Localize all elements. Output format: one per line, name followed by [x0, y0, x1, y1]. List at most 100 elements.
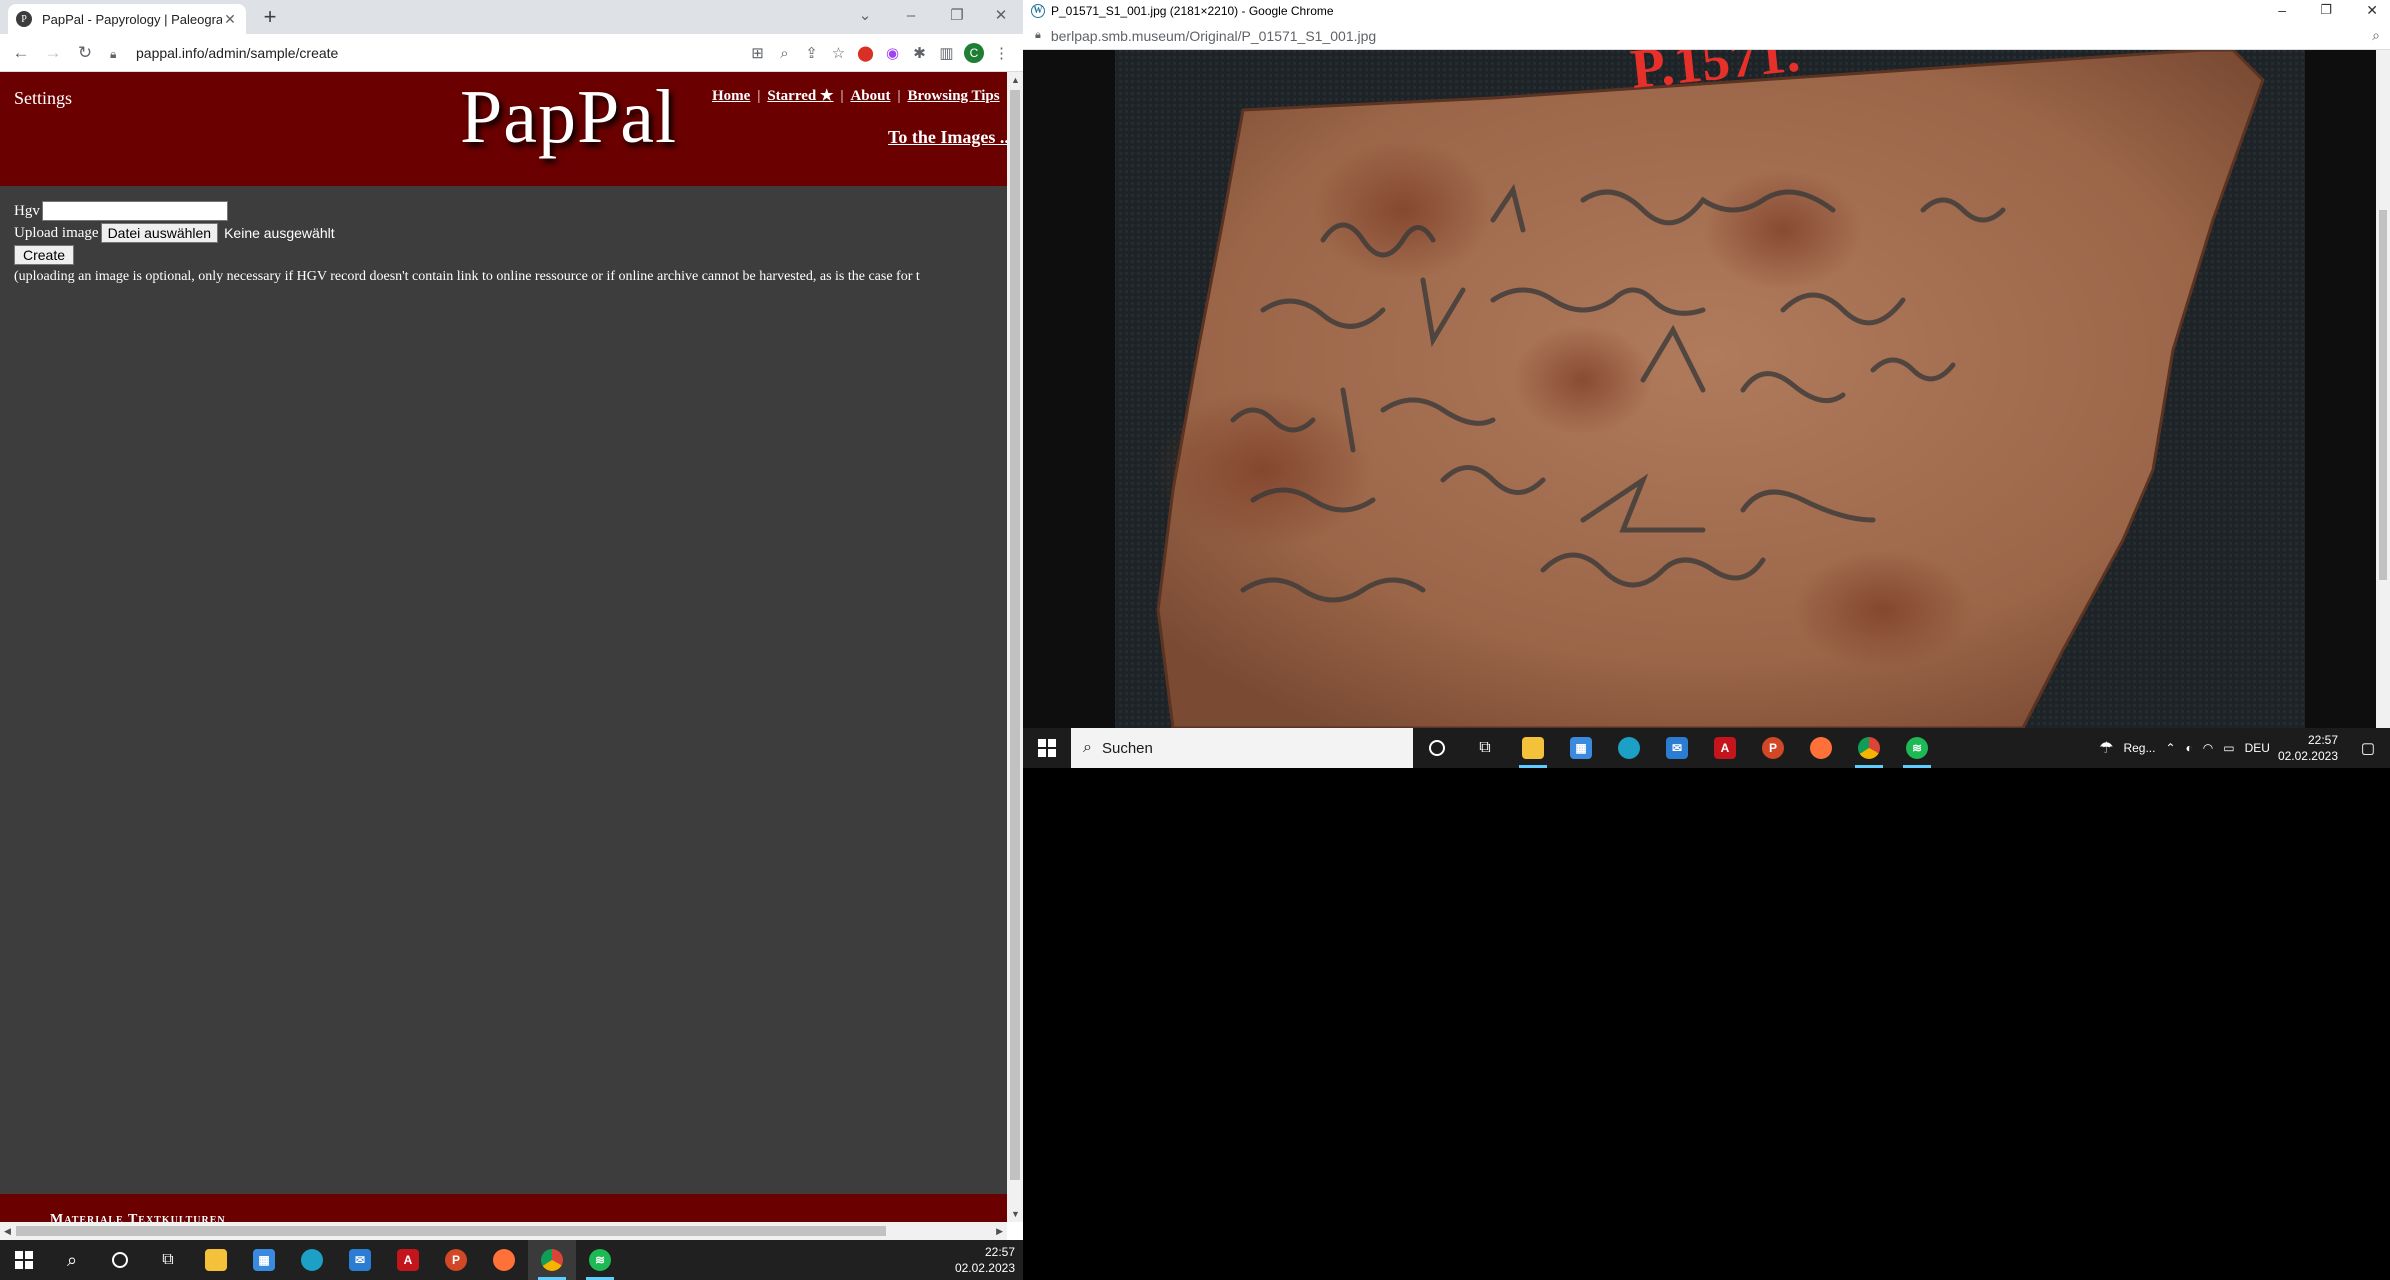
close-window-button[interactable]: ✕: [2366, 2, 2378, 19]
translate-icon[interactable]: ⊞: [744, 44, 771, 62]
weather-icon[interactable]: ☂: [2099, 738, 2113, 758]
close-tab-icon[interactable]: ✕: [222, 11, 238, 28]
forward-arrow-icon[interactable]: →: [42, 42, 64, 64]
search-icon[interactable]: ⌕: [48, 1240, 96, 1280]
nav-browsing-tips[interactable]: Browsing Tips: [907, 88, 999, 104]
scroll-left-arrow-icon[interactable]: ◀: [4, 1226, 11, 1237]
taskbar-search-box[interactable]: ⌕ Suchen: [1071, 728, 1413, 768]
acrobat-icon[interactable]: A: [384, 1240, 432, 1280]
share-icon[interactable]: ⇪: [798, 44, 825, 62]
back-arrow-icon[interactable]: ←: [10, 42, 32, 64]
mail-icon[interactable]: ✉: [336, 1240, 384, 1280]
volume-icon[interactable]: ▭: [2223, 741, 2234, 755]
to-the-images-link[interactable]: To the Images ...: [888, 127, 1007, 148]
scroll-down-arrow-icon[interactable]: ▼: [1011, 1209, 1020, 1219]
file-explorer-icon[interactable]: [192, 1240, 240, 1280]
restore-button[interactable]: ❐: [2320, 2, 2332, 18]
tab-search-chevron-icon[interactable]: ⌄: [843, 0, 887, 30]
menu-kebab-icon[interactable]: ⋮: [988, 44, 1015, 62]
toolbar-icons: ⊞ ⌕ ⇪ ☆ ⬤ ◉ ✱ ▥ C ⋮: [744, 34, 1015, 72]
horizontal-scrollbar[interactable]: ◀ ▶: [0, 1222, 1007, 1240]
restore-button[interactable]: ❐: [935, 0, 979, 30]
extension-red-icon[interactable]: ⬤: [852, 44, 879, 62]
firefox-icon[interactable]: [1797, 728, 1845, 768]
clock-date: 02.02.2023: [954, 1261, 1015, 1275]
browser-toolbar: ← → ↻ 🔒︎ pappal.info/admin/sample/create…: [0, 34, 1023, 72]
hgv-input[interactable]: [41, 201, 228, 221]
file-explorer-icon[interactable]: [1509, 728, 1557, 768]
edge-icon[interactable]: [1605, 728, 1653, 768]
bookmark-star-icon[interactable]: ☆: [825, 44, 852, 62]
create-button[interactable]: Create: [14, 245, 75, 265]
extensions-puzzle-icon[interactable]: ✱: [906, 44, 933, 62]
extension-purple-icon[interactable]: ◉: [879, 44, 906, 62]
close-window-button[interactable]: ✕: [979, 0, 1023, 30]
top-navigation: Home|Starred ★|About|Browsing Tips|C: [712, 88, 1007, 104]
cortana-icon[interactable]: [1413, 728, 1461, 768]
hgv-label: Hgv: [14, 202, 40, 219]
zoom-icon[interactable]: ⌕: [771, 45, 798, 62]
tray-chevron-up-icon[interactable]: ⌃: [2165, 741, 2175, 755]
left-browser-window: P PapPal - Papyrology | Paleograph ✕ + ⌄…: [0, 0, 1023, 1240]
language-indicator[interactable]: DEU: [2245, 741, 2270, 755]
tab-pappal[interactable]: P PapPal - Papyrology | Paleograph ✕: [8, 4, 246, 34]
firefox-icon[interactable]: [480, 1240, 528, 1280]
start-button[interactable]: [1023, 728, 1071, 768]
right-browser-window: W P_01571_S1_001.jpg (2181×2210) - Googl…: [1023, 0, 2390, 728]
acrobat-icon[interactable]: A: [1701, 728, 1749, 768]
footer-text: Materiale Textkulturen: [50, 1212, 226, 1222]
web-page: Settings PapPal Home | Starred ★ | About | Bro…: [0, 72, 1007, 1222]
site-header: Settings PapPal Home | Starred ★ | About | Bro…: [0, 72, 1007, 186]
notifications-icon[interactable]: ▢: [2346, 728, 2390, 768]
image-viewer: P.1571.: [1023, 22, 2376, 728]
right-clock[interactable]: 22:57 02.02.2023: [2270, 732, 2346, 764]
right-window-title: P_01571_S1_001.jpg (2181×2210) - Google …: [1051, 4, 1334, 18]
vertical-scroll-thumb[interactable]: [1010, 90, 1020, 1180]
edge-icon[interactable]: [288, 1240, 336, 1280]
horizontal-scroll-thumb[interactable]: [16, 1226, 886, 1236]
tray-app-icon[interactable]: ◐: [2186, 741, 2193, 755]
upload-image-label: Upload image: [14, 224, 99, 241]
right-address-bar[interactable]: 🔒︎ berlpap.smb.museum/Original/P_01571_S…: [1023, 22, 2390, 50]
chrome-icon[interactable]: [528, 1240, 576, 1280]
scroll-right-arrow-icon[interactable]: ▶: [996, 1226, 1003, 1237]
minimize-button[interactable]: –: [2278, 2, 2286, 18]
ms-store-icon[interactable]: ▦: [240, 1240, 288, 1280]
minimize-button[interactable]: –: [889, 0, 933, 30]
powerpoint-icon[interactable]: P: [1749, 728, 1797, 768]
network-icon[interactable]: ◠: [2203, 741, 2213, 755]
vertical-scrollbar[interactable]: ▲ ▼: [1007, 72, 1023, 1222]
site-logo[interactable]: PapPal: [460, 74, 677, 161]
clock-time: 22:57: [984, 1245, 1015, 1259]
task-view-icon[interactable]: ⧉: [144, 1240, 192, 1280]
nav-starred[interactable]: Starred ★: [767, 88, 833, 104]
reload-icon[interactable]: ↻: [74, 42, 96, 64]
scroll-up-arrow-icon[interactable]: ▲: [1011, 75, 1020, 85]
settings-link[interactable]: Settings: [14, 88, 72, 109]
zoom-icon[interactable]: ⌕: [2372, 27, 2380, 44]
search-placeholder: Suchen: [1101, 739, 1153, 757]
ms-store-icon[interactable]: ▦: [1557, 728, 1605, 768]
powerpoint-icon[interactable]: P: [432, 1240, 480, 1280]
cortana-icon[interactable]: [96, 1240, 144, 1280]
side-panel-icon[interactable]: ▥: [933, 44, 960, 62]
spotify-icon[interactable]: ≋: [1893, 728, 1941, 768]
lock-icon: 🔒︎: [1035, 29, 1041, 41]
profile-avatar[interactable]: C: [964, 43, 984, 63]
spotify-icon[interactable]: ≋: [576, 1240, 624, 1280]
right-vertical-scrollbar[interactable]: [2376, 50, 2390, 728]
site-footer: Materiale Textkulturen: [0, 1194, 1007, 1222]
task-view-icon[interactable]: ⧉: [1461, 728, 1509, 768]
nav-home[interactable]: Home: [712, 88, 750, 104]
right-scroll-thumb[interactable]: [2379, 210, 2387, 580]
chrome-icon[interactable]: [1845, 728, 1893, 768]
left-clock[interactable]: 22:57 02.02.2023: [947, 1244, 1023, 1276]
windows-logo-icon: [1038, 739, 1056, 757]
mail-icon[interactable]: ✉: [1653, 728, 1701, 768]
weather-text[interactable]: Reg...: [2123, 741, 2155, 755]
nav-about[interactable]: About: [850, 88, 890, 104]
choose-file-button[interactable]: Datei auswählen: [100, 223, 219, 243]
start-button[interactable]: [0, 1240, 48, 1280]
clock-time: 22:57: [2307, 733, 2338, 747]
new-tab-button[interactable]: +: [256, 4, 284, 32]
